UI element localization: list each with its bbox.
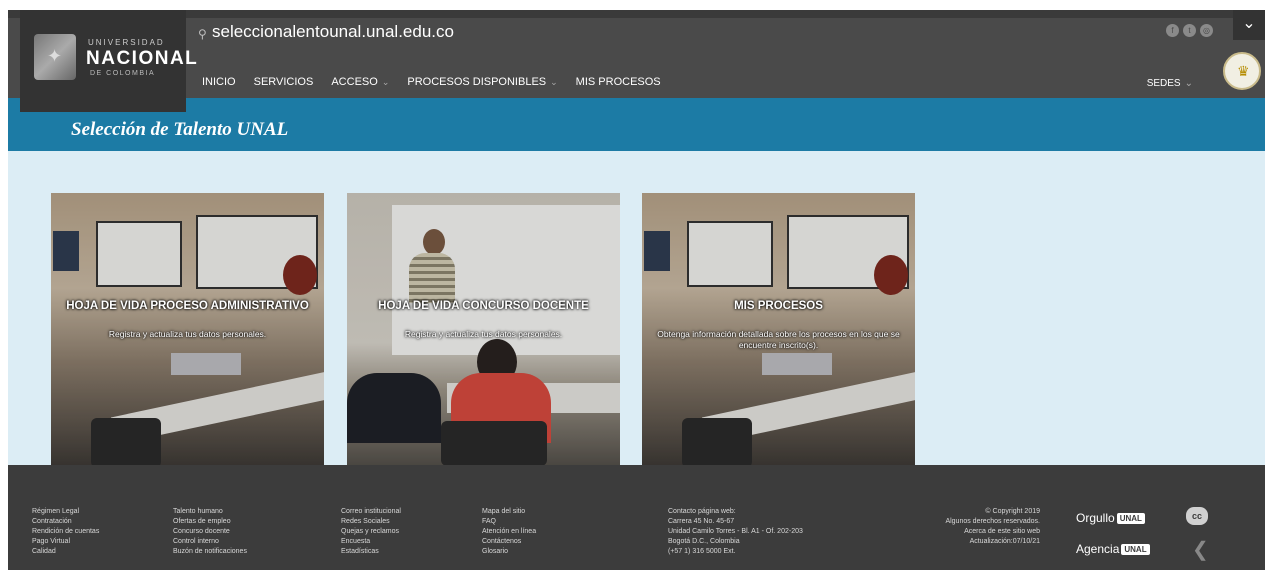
footer-col-talento: Talento humano Ofertas de empleo Concurs… bbox=[173, 507, 247, 557]
instagram-icon[interactable]: ◎ bbox=[1200, 24, 1213, 37]
nav-item-label: INICIO bbox=[202, 76, 236, 88]
main-nav: INICIO SERVICIOS ACCESO ⌄ PROCESOS DISPON… bbox=[202, 76, 661, 88]
footer-copyright: © Copyright 2019 Algunos derechos reserv… bbox=[945, 507, 1040, 547]
twitter-icon[interactable]: t bbox=[1183, 24, 1196, 37]
footer-link[interactable]: Correo institucional bbox=[341, 507, 401, 517]
unal-badge: UNAL bbox=[1116, 513, 1145, 525]
unal-logo[interactable]: ✦ UNIVERSIDAD NACIONAL DE COLOMBIA bbox=[20, 10, 197, 112]
tile-subtitle: Registra y actualiza tus datos personale… bbox=[108, 329, 267, 339]
footer-col-mapa: Mapa del sitio FAQ Atención en línea Con… bbox=[482, 507, 536, 557]
expand-chevron-icon[interactable]: ⌄ bbox=[1233, 10, 1265, 40]
footer-link[interactable]: Control interno bbox=[173, 537, 247, 547]
site-url[interactable]: seleccionalentounal.unal.edu.co bbox=[212, 22, 454, 42]
footer-col-correo: Correo institucional Redes Sociales Quej… bbox=[341, 507, 401, 557]
footer-link[interactable]: Buzón de notificaciones bbox=[173, 547, 247, 557]
contact-line: Bogotá D.C., Colombia bbox=[668, 538, 740, 545]
nav-item-label: PROCESOS DISPONIBLES bbox=[407, 76, 547, 88]
unal-badge: UNAL bbox=[1121, 544, 1150, 556]
copyright-line: Algunos derechos reservados. bbox=[945, 518, 1040, 525]
footer-link[interactable]: FAQ bbox=[482, 517, 536, 527]
nav-item-label: ACCESO bbox=[331, 76, 378, 88]
chevron-down-icon: ⌄ bbox=[1184, 78, 1193, 89]
footer-link[interactable]: Quejas y reclamos bbox=[341, 527, 401, 537]
social-links: f t ◎ bbox=[1166, 24, 1213, 37]
agencia-label: Agencia bbox=[1076, 542, 1120, 556]
logo-line-3: DE COLOMBIA bbox=[90, 70, 156, 77]
tile-hoja-vida-administrativo[interactable]: HOJA DE VIDA PROCESO ADMINISTRATIVO Regi… bbox=[51, 193, 324, 466]
contact-line: Carrera 45 No. 45-67 bbox=[668, 518, 735, 525]
chevron-down-icon: ⌄ bbox=[550, 77, 558, 87]
footer-link[interactable]: Glosario bbox=[482, 547, 536, 557]
footer-link[interactable]: Pago Virtual bbox=[32, 537, 99, 547]
nav-item-mis-procesos[interactable]: MIS PROCESOS bbox=[576, 76, 661, 88]
footer-link[interactable]: Talento humano bbox=[173, 507, 247, 517]
tile-title: HOJA DE VIDA CONCURSO DOCENTE bbox=[378, 300, 589, 312]
footer-link[interactable]: Concurso docente bbox=[173, 527, 247, 537]
contact-line: (+57 1) 316 5000 Ext. bbox=[668, 548, 736, 555]
update-date: Actualización:07/10/21 bbox=[969, 538, 1040, 545]
nav-item-servicios[interactable]: SERVICIOS bbox=[254, 76, 314, 88]
footer-contact: Contacto página web: Carrera 45 No. 45-6… bbox=[668, 507, 803, 557]
top-strip bbox=[8, 10, 1265, 18]
footer-link[interactable]: Estadísticas bbox=[341, 547, 401, 557]
footer-link[interactable]: Redes Sociales bbox=[341, 517, 401, 527]
tile-hoja-vida-docente[interactable]: HOJA DE VIDA CONCURSO DOCENTE Registra y… bbox=[347, 193, 620, 466]
tile-subtitle: Obtenga información detallada sobre los … bbox=[657, 329, 900, 350]
footer-link[interactable]: Encuesta bbox=[341, 537, 401, 547]
nav-item-label: SERVICIOS bbox=[253, 76, 314, 88]
footer-link[interactable]: Calidad bbox=[32, 547, 99, 557]
contact-line: Contacto página web: bbox=[668, 508, 736, 515]
footer-link[interactable]: Régimen Legal bbox=[32, 507, 99, 517]
top-header: ✦ UNIVERSIDAD NACIONAL DE COLOMBIA ⚲ sel… bbox=[8, 10, 1265, 112]
chevron-down-icon: ⌄ bbox=[381, 77, 390, 87]
footer-link[interactable]: Rendición de cuentas bbox=[32, 527, 99, 537]
tile-title: MIS PROCESOS bbox=[734, 300, 823, 312]
nav-item-acceso[interactable]: ACCESO ⌄ bbox=[331, 76, 389, 88]
sedes-label: SEDES bbox=[1146, 78, 1181, 89]
about-site-link[interactable]: Acerca de este sitio web bbox=[945, 527, 1040, 537]
colombia-coat-of-arms-icon[interactable]: ♛ bbox=[1223, 52, 1261, 90]
tile-title: HOJA DE VIDA PROCESO ADMINISTRATIVO bbox=[66, 300, 309, 312]
facebook-icon[interactable]: f bbox=[1166, 24, 1179, 37]
footer-link[interactable]: Mapa del sitio bbox=[482, 507, 536, 517]
logo-line-2: NACIONAL bbox=[86, 48, 199, 69]
footer-link[interactable]: Ofertas de empleo bbox=[173, 517, 247, 527]
tile-mis-procesos[interactable]: MIS PROCESOS Obtenga información detalla… bbox=[642, 193, 915, 466]
footer-col-legal: Régimen Legal Contratación Rendición de … bbox=[32, 507, 99, 557]
contact-line: Unidad Camilo Torres - Bl. A1 - Of. 202-… bbox=[668, 528, 803, 535]
nav-item-inicio[interactable]: INICIO bbox=[202, 76, 236, 88]
nav-item-label: MIS PROCESOS bbox=[575, 76, 661, 88]
page-title: Selección de Talento UNAL bbox=[71, 119, 289, 140]
title-bar: Selección de Talento UNAL bbox=[8, 98, 1265, 151]
orgullo-unal-logo[interactable]: Orgullo UNAL bbox=[1076, 511, 1145, 525]
back-arrow-icon[interactable]: ❮ bbox=[1192, 537, 1209, 562]
orgullo-label: Orgullo bbox=[1076, 511, 1115, 525]
browser-frame: ✦ UNIVERSIDAD NACIONAL DE COLOMBIA ⚲ sel… bbox=[8, 10, 1265, 570]
tile-subtitle: Registra y actualiza tus datos personale… bbox=[404, 329, 563, 339]
footer-link[interactable]: Atención en línea bbox=[482, 527, 536, 537]
footer-link[interactable]: Contáctenos bbox=[482, 537, 536, 547]
agencia-unal-logo[interactable]: Agencia UNAL bbox=[1076, 542, 1150, 556]
copyright-line: © Copyright 2019 bbox=[985, 508, 1040, 515]
unal-seal-icon: ✦ bbox=[34, 34, 76, 80]
sedes-dropdown[interactable]: SEDES ⌄ bbox=[1147, 78, 1193, 89]
logo-line-1: UNIVERSIDAD bbox=[88, 38, 165, 47]
location-pin-icon: ⚲ bbox=[198, 27, 207, 41]
footer-link[interactable]: Contratación bbox=[32, 517, 99, 527]
nav-item-procesos-disponibles[interactable]: PROCESOS DISPONIBLES ⌄ bbox=[407, 76, 557, 88]
creative-commons-icon[interactable]: cc bbox=[1186, 507, 1208, 525]
footer: Régimen Legal Contratación Rendición de … bbox=[8, 465, 1265, 570]
